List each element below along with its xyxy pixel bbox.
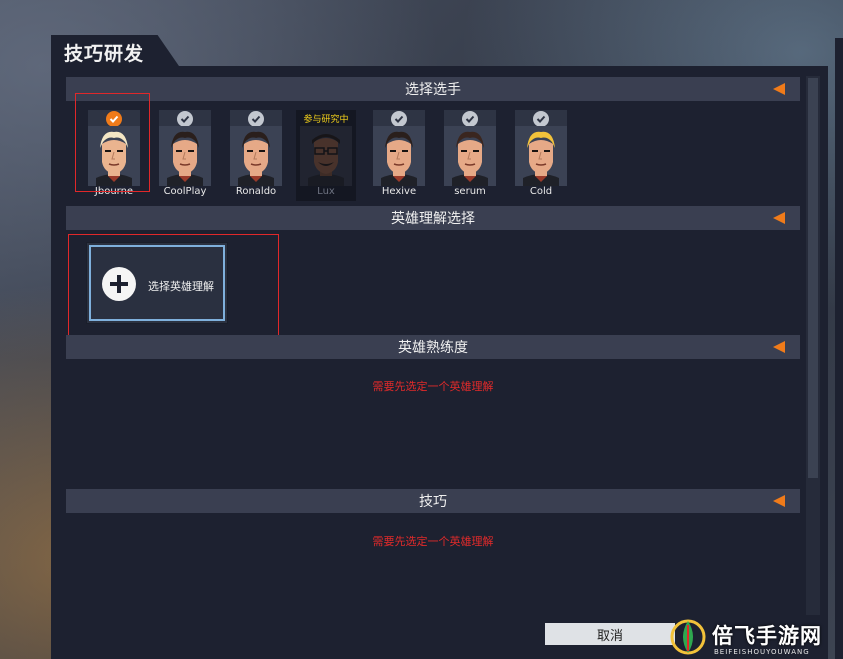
select-hero-understanding-button[interactable]: 选择英雄理解 <box>86 242 228 324</box>
player-portrait <box>300 126 352 186</box>
mastery-warning-text: 需要先选定一个英雄理解 <box>372 380 494 393</box>
watermark-logo-icon <box>670 619 706 655</box>
collapse-arrow-icon[interactable] <box>773 341 785 353</box>
player-card-cold[interactable]: Cold <box>513 110 569 200</box>
section-title: 技巧 <box>419 494 447 510</box>
section-title: 选择选手 <box>405 82 461 98</box>
selected-player-highlight <box>75 93 150 192</box>
select-hero-understanding-label: 选择英雄理解 <box>148 280 214 293</box>
player-name: Hexive <box>381 186 417 197</box>
player-name: Cold <box>529 186 553 197</box>
section-header-select-player[interactable]: 选择选手 <box>66 77 800 101</box>
section-header-hero-understanding[interactable]: 英雄理解选择 <box>66 206 800 230</box>
player-card-serum[interactable]: serum <box>442 110 498 200</box>
section-header-skills[interactable]: 技巧 <box>66 489 800 513</box>
player-portrait <box>373 126 425 186</box>
watermark-text: 倍飞手游网 <box>712 623 822 648</box>
player-portrait <box>159 126 211 186</box>
player-portrait <box>230 126 282 186</box>
section-header-hero-mastery[interactable]: 英雄熟练度 <box>66 335 800 359</box>
checkmark-icon <box>177 111 193 127</box>
side-panel-edge <box>835 38 843 659</box>
player-name: Lux <box>317 186 335 197</box>
select-hero-understanding-frame: 选择英雄理解 <box>89 245 225 321</box>
watermark-subtext: BEIFEISHOUYOUWANG <box>714 648 810 656</box>
checkmark-icon <box>391 111 407 127</box>
player-card-hexive[interactable]: Hexive <box>371 110 427 200</box>
player-card-ronaldo[interactable]: Ronaldo <box>228 110 284 200</box>
player-portrait <box>444 126 496 186</box>
researching-badge: 参与研究中 <box>303 115 349 125</box>
checkmark-icon <box>248 111 264 127</box>
watermark: 倍飞手游网 BEIFEISHOUYOUWANG <box>668 615 843 659</box>
player-card-locked: 参与研究中 Lux <box>296 110 356 201</box>
player-card-coolplay[interactable]: CoolPlay <box>157 110 213 200</box>
section-title: 英雄熟练度 <box>398 340 468 356</box>
section-title: 英雄理解选择 <box>391 211 475 227</box>
collapse-arrow-icon[interactable] <box>773 83 785 95</box>
player-name: Ronaldo <box>235 186 277 197</box>
player-name: serum <box>454 186 486 197</box>
collapse-arrow-icon[interactable] <box>773 495 785 507</box>
scrollbar-thumb[interactable] <box>808 78 818 478</box>
cancel-button[interactable]: 取消 <box>545 623 675 645</box>
player-portrait <box>515 126 567 186</box>
skills-warning-text: 需要先选定一个英雄理解 <box>372 535 494 548</box>
player-name: CoolPlay <box>163 186 207 197</box>
checkmark-icon <box>533 111 549 127</box>
window-title: 技巧研发 <box>64 43 145 65</box>
checkmark-icon <box>462 111 478 127</box>
plus-icon <box>102 267 136 301</box>
collapse-arrow-icon[interactable] <box>773 212 785 224</box>
